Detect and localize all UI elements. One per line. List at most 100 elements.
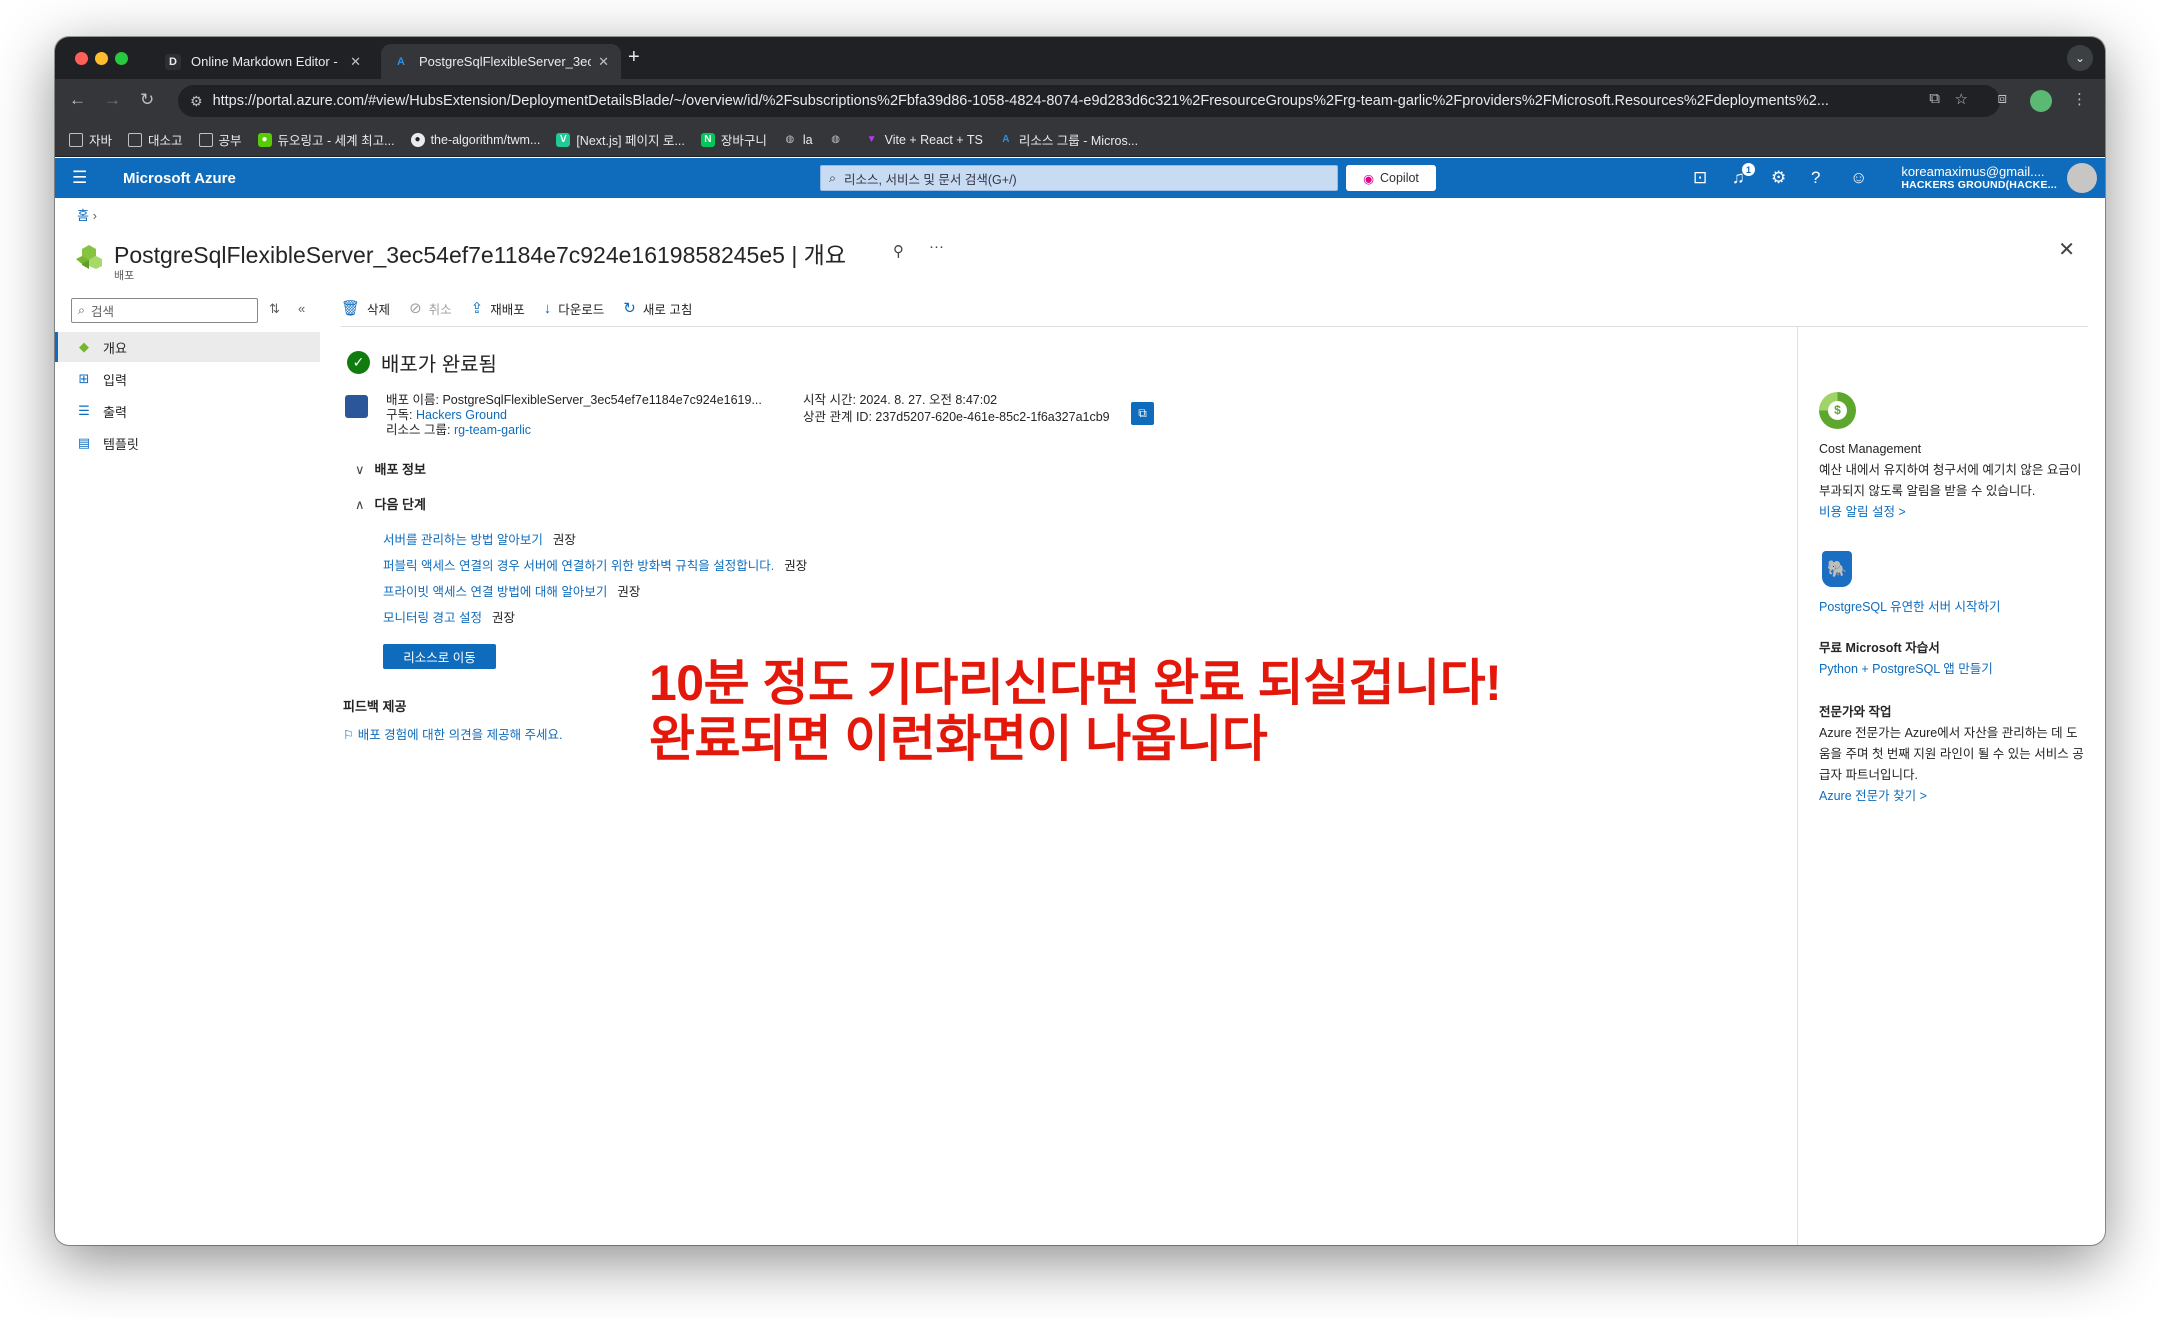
bookmark-folder[interactable]: 자바 (69, 130, 112, 149)
redeploy-button[interactable]: ⇪ 재배포 (471, 299, 525, 318)
expert-card: 전문가와 작업 Azure 전문가는 Azure에서 자산을 관리하는 데 도움… (1819, 702, 2089, 807)
annotation-overlay: 10분 정도 기다리신다면 완료 되실겁니다! 완료되면 이런화면이 나옵니다 (649, 655, 1502, 767)
tab-markdown-editor[interactable]: D Online Markdown Editor - Dilli ✕ (153, 44, 373, 79)
profile-avatar[interactable] (2030, 90, 2052, 112)
success-check-icon: ✓ (347, 351, 370, 374)
card-description: 예산 내에서 유지하여 청구서에 예기치 않은 요금이 부과되지 않도록 알림을… (1819, 463, 2082, 498)
postgres-start-link[interactable]: PostgreSQL 유연한 서버 시작하기 (1819, 597, 2089, 618)
reload-icon[interactable]: ↻ (140, 90, 154, 110)
bookmark-link[interactable]: A 리소스 그룹 - Micros... (999, 130, 1138, 149)
feedback-link[interactable]: ⚐ 배포 경험에 대한 의견을 제공해 주세요. (343, 724, 563, 743)
feedback-link-label: 배포 경험에 대한 의견을 제공해 주세요. (357, 728, 563, 742)
go-to-resource-button[interactable]: 리소스로 이동 (383, 644, 496, 669)
nav-item-outputs[interactable]: ☰ 출력 (55, 396, 320, 426)
find-expert-link[interactable]: Azure 전문가 찾기 > (1819, 786, 2089, 807)
bookmark-star-icon[interactable]: ☆ (1955, 90, 1968, 108)
close-icon[interactable]: ✕ (598, 54, 609, 70)
next-steps-toggle[interactable]: ∧ 다음 단계 (355, 494, 426, 513)
tab-azure-deployment[interactable]: A PostgreSqlFlexibleServer_3ec ✕ (381, 44, 621, 79)
account-menu[interactable]: koreamaximus@gmail.... HACKERS GROUND(HA… (1901, 164, 2057, 191)
azure-brand[interactable]: Microsoft Azure (123, 170, 236, 187)
bookmark-link[interactable]: ▼ Vite + React + TS (865, 133, 983, 147)
divider (341, 326, 2088, 327)
step-link[interactable]: 퍼블릭 액세스 연결의 경우 서버에 연결하기 위한 방화벽 규칙을 설정합니다… (383, 559, 774, 573)
chevron-down-icon[interactable]: ⌄ (2067, 45, 2093, 71)
close-blade-icon[interactable]: ✕ (2058, 237, 2075, 262)
url-input[interactable]: ⚙ https://portal.azure.com/#view/HubsExt… (178, 85, 2000, 117)
minimize-window-button[interactable] (95, 52, 108, 65)
chevron-up-icon: ∧ (355, 497, 365, 512)
close-icon[interactable]: ✕ (350, 54, 361, 70)
pin-icon[interactable]: ⚲ (893, 242, 904, 260)
search-placeholder: 리소스, 서비스 및 문서 검색(G+/) (844, 172, 1017, 187)
nav-item-inputs[interactable]: ⊞ 입력 (55, 364, 320, 394)
forward-icon[interactable]: → (104, 90, 121, 110)
nav-item-template[interactable]: ▤ 템플릿 (55, 428, 320, 458)
more-options-icon[interactable]: ··· (929, 238, 944, 255)
deploy-info-toggle[interactable]: ∨ 배포 정보 (355, 459, 426, 478)
bookmark-link[interactable]: V [Next.js] 페이지 로... (556, 130, 685, 149)
hamburger-menu-icon[interactable]: ☰ (72, 168, 87, 188)
help-icon[interactable]: ? (1811, 168, 1820, 188)
extensions-icon[interactable]: ⧈ (1997, 90, 2007, 107)
github-icon: ● (410, 132, 425, 147)
bookmark-link[interactable]: ● 듀오링고 - 세계 최고... (257, 130, 395, 149)
page-title: PostgreSqlFlexibleServer_3ec54ef7e1184e7… (114, 242, 847, 268)
cloud-shell-icon[interactable]: ⊡ (1693, 168, 1707, 188)
resource-group-link[interactable]: rg-team-garlic (454, 423, 531, 437)
leftnav-search-input[interactable]: ⌕ 검색 (71, 298, 258, 323)
bookmark-label: 대소고 (148, 134, 183, 148)
bookmark-link[interactable]: ● the-algorithm/twm... (410, 132, 540, 147)
deployment-cube-icon (345, 395, 368, 418)
close-window-button[interactable] (75, 52, 88, 65)
collapse-menu-icon[interactable]: « (298, 301, 305, 316)
cost-alert-link[interactable]: 비용 알림 설정 > (1819, 502, 2089, 523)
step-link[interactable]: 서버를 관리하는 방법 알아보기 (383, 533, 543, 547)
refresh-button[interactable]: ↻ 새로 고침 (623, 299, 692, 318)
cancel-button[interactable]: ⊘ 취소 (409, 299, 452, 318)
new-tab-icon[interactable]: + (628, 46, 640, 69)
site-info-icon[interactable]: ⚙ (190, 93, 203, 110)
menu-icon[interactable]: ⋮ (2072, 90, 2087, 108)
download-button[interactable]: ↓ 다운로드 (544, 299, 605, 318)
breadcrumb[interactable]: 홈 › (77, 205, 97, 224)
bookmark-link[interactable]: ◍ la (783, 133, 812, 147)
next-step-item: 퍼블릭 액세스 연결의 경우 서버에 연결하기 위한 방화벽 규칙을 설정합니다… (383, 555, 807, 574)
breadcrumb-home[interactable]: 홈 (77, 208, 89, 223)
copy-icon[interactable]: ⧉ (1131, 402, 1154, 425)
folder-icon (128, 132, 143, 147)
bookmark-link[interactable]: N 장바구니 (700, 130, 767, 149)
back-icon[interactable]: ← (69, 90, 86, 110)
copilot-button[interactable]: ◉ Copilot (1346, 165, 1436, 191)
page-subtitle: 배포 (114, 270, 135, 282)
bookmarks-bar: 자바 대소고 공부 ● 듀오링고 - 세계 최고... ● the-algorith… (55, 123, 2105, 157)
feedback-icon[interactable]: ☺ (1850, 168, 1867, 188)
nav-item-overview[interactable]: ◆ 개요 (55, 332, 320, 362)
trash-icon: 🗑 (341, 300, 361, 317)
upload-icon: ⇪ (470, 300, 484, 317)
template-icon: ▤ (77, 435, 91, 450)
card-description: Azure 전문가는 Azure에서 자산을 관리하는 데 도움을 주며 첫 번… (1819, 726, 2084, 782)
expand-collapse-icon[interactable]: ⇅ (269, 301, 280, 317)
bookmark-link[interactable]: ◍ (829, 133, 849, 147)
bookmark-folder[interactable]: 공부 (198, 130, 242, 149)
nav-label: 출력 (103, 404, 127, 420)
tutorial-link[interactable]: Python + PostgreSQL 앱 만들기 (1819, 659, 2089, 680)
redeploy-label: 재배포 (490, 302, 525, 317)
maximize-window-button[interactable] (115, 52, 128, 65)
delete-button[interactable]: 🗑 삭제 (341, 299, 390, 318)
naver-icon: N (700, 132, 715, 147)
postgresql-icon (1822, 551, 1852, 587)
download-label: 다운로드 (558, 302, 605, 317)
bookmark-label: 자바 (89, 134, 113, 148)
postgres-card: PostgreSQL 유연한 서버 시작하기 (1819, 597, 2089, 618)
step-link[interactable]: 프라이빗 액세스 연결 방법에 대해 알아보기 (383, 585, 607, 599)
bookmark-folder[interactable]: 대소고 (128, 130, 183, 149)
user-avatar[interactable] (2067, 163, 2097, 193)
step-link[interactable]: 모니터링 경고 설정 (383, 611, 482, 625)
settings-gear-icon[interactable]: ⚙ (1771, 168, 1786, 188)
install-app-icon[interactable]: ⧉ (1929, 90, 1940, 107)
global-search-input[interactable]: ⌕ 리소스, 서비스 및 문서 검색(G+/) (820, 165, 1338, 191)
cost-management-icon (1819, 392, 1856, 429)
address-bar: ← → ↻ ⚙ https://portal.azure.com/#view/H… (55, 79, 2105, 123)
